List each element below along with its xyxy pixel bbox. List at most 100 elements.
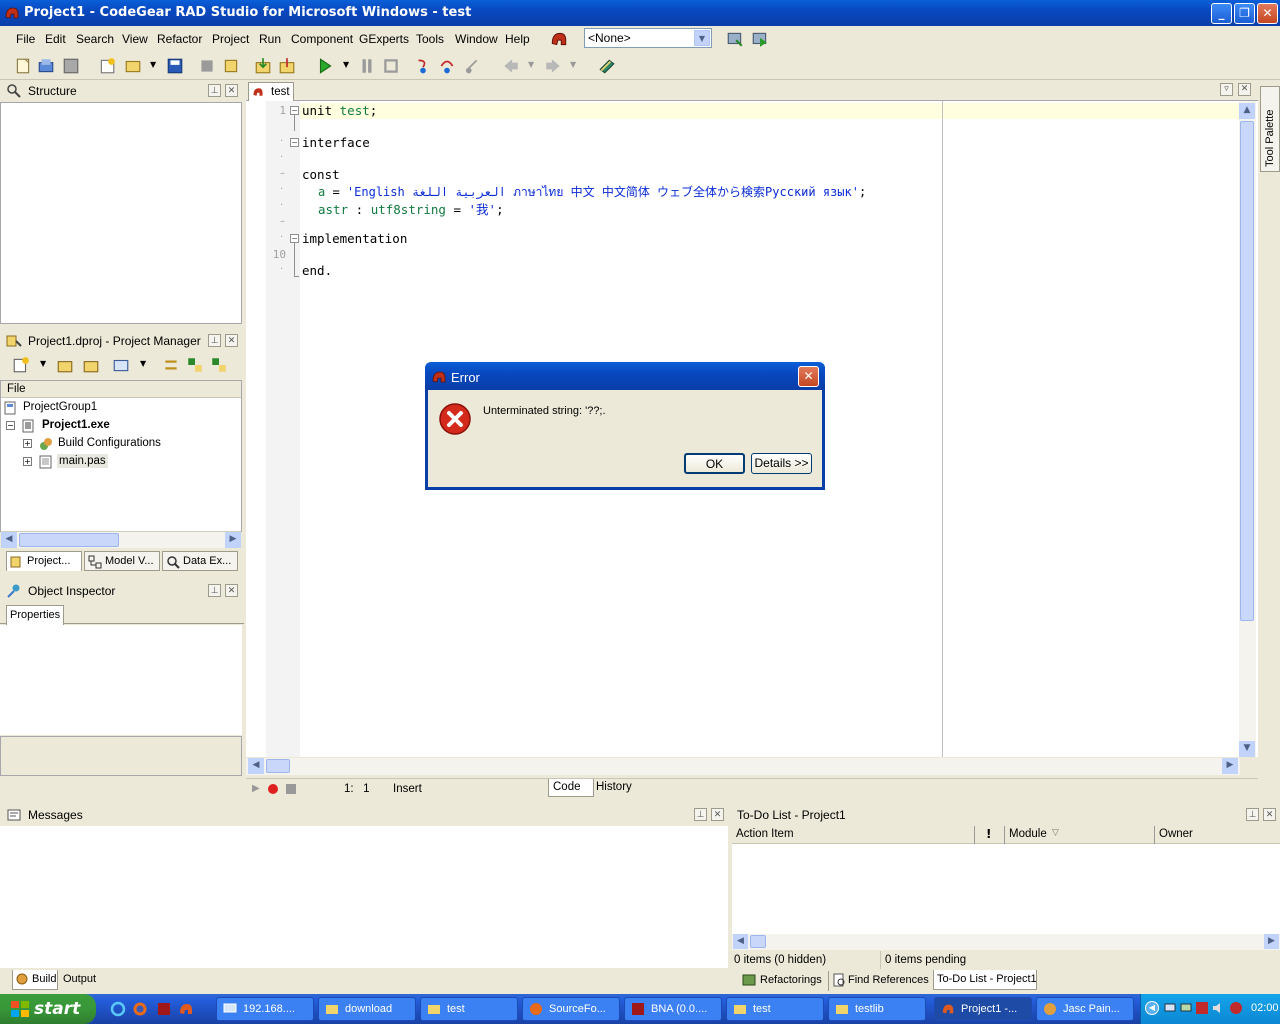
tool-palette-side-tab[interactable]: Tool Palette — [1260, 86, 1280, 172]
chevron-left-icon[interactable]: ◀ — [1, 532, 17, 548]
open-folder-icon[interactable] — [56, 356, 74, 374]
fold-toggle[interactable]: − — [290, 138, 299, 147]
scroll-thumb[interactable] — [19, 533, 119, 547]
set-debug-desktop-icon[interactable] — [751, 30, 769, 48]
open-folder-2-icon[interactable] — [82, 356, 100, 374]
helmet-icon[interactable] — [550, 30, 568, 48]
new-form-icon[interactable] — [98, 57, 116, 75]
taskbar-item[interactable]: test — [726, 997, 824, 1021]
close-icon[interactable]: ✕ — [225, 334, 238, 347]
menu-edit[interactable]: Edit — [45, 32, 66, 46]
expand-toggle[interactable]: + — [23, 457, 32, 466]
menu-view[interactable]: View — [122, 32, 148, 46]
tab-test[interactable]: test — [248, 82, 294, 102]
menu-gexperts[interactable]: GExperts — [359, 32, 409, 46]
chevron-down-icon[interactable]: ▼ — [694, 30, 710, 46]
close-icon[interactable]: ✕ — [1263, 808, 1276, 821]
close-button[interactable]: ✕ — [1257, 3, 1278, 24]
taskbar-item[interactable]: BNA (0.0.... — [624, 997, 722, 1021]
ok-button[interactable]: OK — [684, 453, 745, 474]
menu-window[interactable]: Window — [455, 32, 498, 46]
menu-project[interactable]: Project — [212, 32, 249, 46]
pin-icon[interactable]: ⊥ — [208, 334, 221, 347]
help-book-icon[interactable] — [598, 57, 616, 75]
view-form-icon[interactable] — [222, 57, 240, 75]
forward-icon[interactable] — [544, 57, 562, 75]
taskbar-item[interactable]: testlib — [828, 997, 926, 1021]
new-project-icon[interactable] — [12, 356, 30, 374]
remove-from-project-icon[interactable] — [278, 57, 296, 75]
start-button[interactable]: start — [0, 994, 96, 1024]
project-tree[interactable]: File ProjectGroup1 − Project1.exe + Buil… — [0, 380, 242, 548]
firefox-quicklaunch-icon[interactable] — [132, 1001, 148, 1017]
taskbar-item[interactable]: Jasc Pain... — [1036, 997, 1134, 1021]
new-items-icon[interactable] — [14, 57, 32, 75]
ie-quicklaunch-icon[interactable] — [110, 1001, 126, 1017]
chevron-right-icon[interactable]: ▶ — [225, 532, 241, 548]
chevron-down-icon[interactable]: ▼ — [343, 60, 349, 69]
menu-component[interactable]: Component — [291, 32, 353, 46]
taskbar-item-active[interactable]: Project1 -... — [934, 997, 1032, 1021]
save-all-icon[interactable] — [62, 57, 80, 75]
column-module[interactable]: Module — [1009, 828, 1047, 840]
volume-icon[interactable] — [1211, 1001, 1225, 1015]
record-macro-icon[interactable] — [268, 784, 278, 794]
pin-icon[interactable]: ⊥ — [694, 808, 707, 821]
collapse-icon[interactable] — [210, 356, 228, 374]
restore-button[interactable]: ❐ — [1234, 3, 1255, 24]
structure-view[interactable] — [0, 102, 242, 324]
messages-list[interactable] — [0, 826, 728, 968]
helmet-quicklaunch-icon[interactable] — [178, 1001, 194, 1017]
editor-horizontal-scrollbar[interactable]: ◀ ▶ — [246, 758, 1240, 775]
tab-output[interactable]: Output — [60, 970, 100, 990]
tab-history[interactable]: History — [594, 779, 638, 797]
chevron-down-icon[interactable]: ▼ — [150, 60, 156, 69]
step-over-icon[interactable] — [438, 57, 456, 75]
close-icon[interactable]: ✕ — [225, 584, 238, 597]
tab-build[interactable]: Build — [12, 970, 58, 990]
save-desktop-icon[interactable] — [726, 30, 744, 48]
tab-find-references[interactable]: Find References — [828, 971, 932, 991]
tab-list-icon[interactable]: ▿ — [1220, 83, 1233, 96]
security-icon[interactable] — [1229, 1001, 1243, 1015]
network-2-icon[interactable] — [1179, 1001, 1193, 1015]
tab-project[interactable]: Project... — [6, 551, 82, 571]
pin-icon[interactable]: ⊥ — [208, 84, 221, 97]
stop-macro-icon[interactable] — [286, 784, 296, 794]
menu-run[interactable]: Run — [259, 32, 281, 46]
pin-icon[interactable]: ⊥ — [208, 584, 221, 597]
program-reset-icon[interactable] — [382, 57, 400, 75]
todo-list[interactable]: Action Item ! Module ▽ Owner ◀ ▶ — [732, 826, 1280, 950]
pause-icon[interactable] — [358, 57, 376, 75]
tab-model-view[interactable]: Model V... — [84, 551, 160, 571]
close-icon[interactable]: ✕ — [225, 84, 238, 97]
scroll-thumb[interactable] — [266, 759, 290, 773]
chevron-right-icon[interactable]: ▶ — [1264, 934, 1279, 949]
taskbar-item[interactable]: SourceFo... — [522, 997, 620, 1021]
show-hidden-icons-icon[interactable]: ◀ — [1145, 1001, 1159, 1015]
fold-toggle[interactable]: − — [290, 106, 299, 115]
file-column-header[interactable]: File — [7, 383, 26, 395]
chevron-down-icon[interactable]: ▼ — [528, 60, 534, 69]
menu-search[interactable]: Search — [76, 32, 114, 46]
menu-help[interactable]: Help — [505, 32, 530, 46]
close-icon[interactable]: ✕ — [711, 808, 724, 821]
close-icon[interactable]: ✕ — [1238, 83, 1251, 96]
trace-into-icon[interactable] — [414, 57, 432, 75]
chevron-right-icon[interactable]: ▶ — [1222, 758, 1238, 774]
pin-icon[interactable]: ⊥ — [1246, 808, 1259, 821]
play-macro-icon[interactable]: ▶ — [252, 783, 260, 794]
save-icon[interactable] — [166, 57, 184, 75]
chevron-left-icon[interactable]: ◀ — [248, 758, 264, 774]
tab-todo-list[interactable]: To-Do List - Project1 — [933, 970, 1037, 990]
chevron-down-icon[interactable]: ▼ — [1239, 741, 1255, 757]
taskbar-item[interactable]: download — [318, 997, 416, 1021]
column-owner[interactable]: Owner — [1159, 828, 1193, 840]
menu-file[interactable]: File — [16, 32, 35, 46]
view-unit-icon[interactable] — [198, 57, 216, 75]
chevron-up-icon[interactable]: ▲ — [1239, 103, 1255, 119]
horizontal-scrollbar[interactable]: ◀ ▶ — [1, 531, 241, 548]
menu-refactor[interactable]: Refactor — [157, 32, 202, 46]
taskbar-item[interactable]: 192.168.... — [216, 997, 314, 1021]
run-icon[interactable] — [316, 57, 334, 75]
